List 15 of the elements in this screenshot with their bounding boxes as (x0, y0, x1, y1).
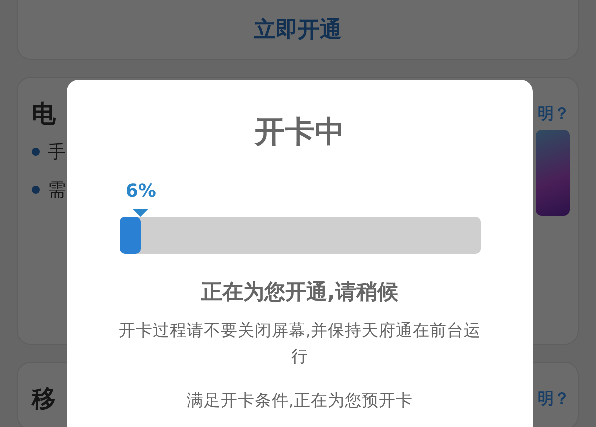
card-title: 电 (32, 99, 56, 130)
bullet-icon (32, 186, 40, 194)
progress-percent: 6% (126, 181, 156, 202)
info-link[interactable]: 明？ (538, 104, 570, 124)
status-text: 正在为您开通,请稍候 (202, 279, 398, 306)
open-now-button[interactable]: 立即开通 (234, 1, 362, 59)
pointer-icon (133, 209, 150, 217)
bullet-text: 需 (48, 179, 66, 202)
card-title: 移 (32, 384, 56, 415)
dialog-title: 开卡中 (255, 114, 345, 152)
info-link[interactable]: 明？ (538, 388, 570, 410)
message-text: 满足开卡条件,正在为您预开卡 (186, 390, 414, 412)
notice-text: 开卡过程请不要关闭屏幕,并保持天府通在前台运行 (118, 320, 482, 368)
bullet-text: 手 (48, 141, 66, 164)
bullet-icon (32, 148, 40, 156)
